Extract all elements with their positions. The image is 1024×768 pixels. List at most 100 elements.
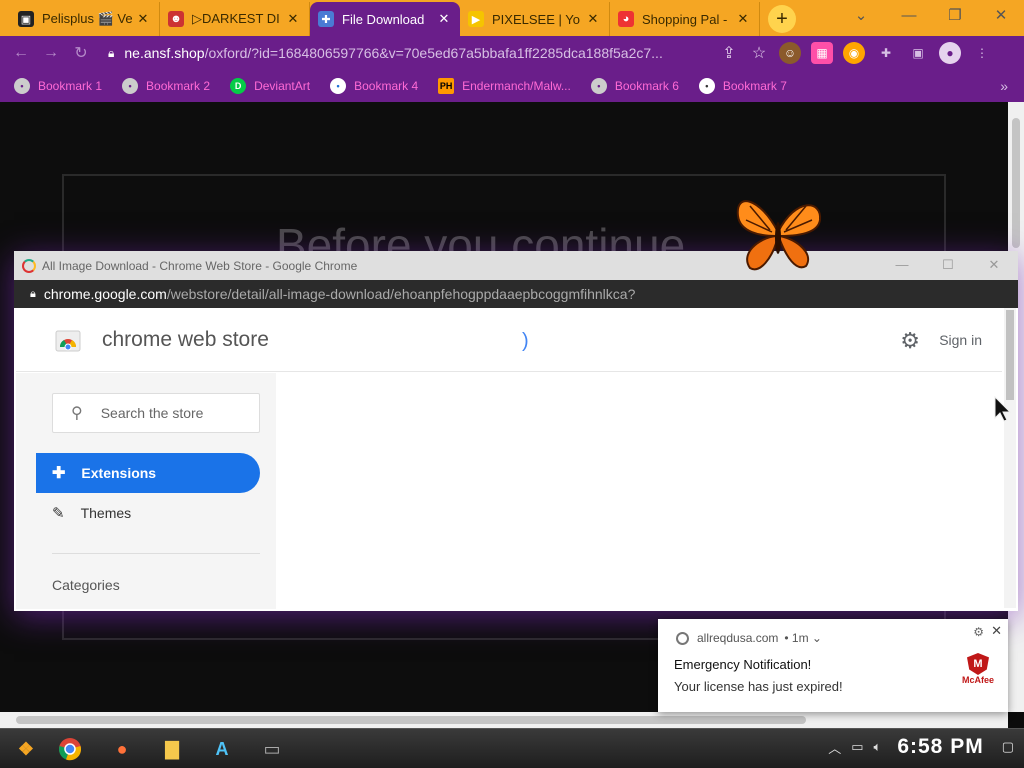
pelisplus-icon: ▣: [18, 11, 34, 27]
loading-spinner-icon: ): [522, 330, 529, 352]
url-domain: chrome.google.com: [43, 286, 167, 302]
popup-titlebar[interactable]: All Image Download - Chrome Web Store - …: [14, 251, 1018, 280]
scrollbar-thumb[interactable]: [16, 716, 806, 724]
bookmark-item[interactable]: • Bookmark 4: [330, 78, 418, 94]
nav-extensions[interactable]: ✚ Extensions: [36, 453, 260, 493]
tab-file-download[interactable]: ✚ File Download ✕: [310, 2, 460, 36]
bookmark-icon: •: [330, 78, 347, 94]
notification-center-icon[interactable]: ▢: [1002, 739, 1014, 755]
reload-icon[interactable]: ↻: [66, 38, 96, 68]
chrome-icon: [59, 738, 81, 761]
monitor-app-icon[interactable]: ▭: [256, 733, 288, 765]
url-domain: ne.ansf.shop: [124, 45, 205, 61]
close-icon[interactable]: ✕: [735, 11, 751, 27]
pixelsee-icon: ▶: [468, 11, 484, 27]
bookmark-item[interactable]: • Bookmark 1: [14, 78, 102, 94]
globe-icon: •: [14, 78, 30, 94]
lock-icon[interactable]: 🔒︎: [108, 46, 114, 61]
start-icon[interactable]: ❖: [10, 733, 42, 765]
tab-pixelsee[interactable]: ▶ PIXELSEE | Yo ✕: [460, 2, 610, 36]
close-window-icon[interactable]: ✕: [982, 257, 1006, 273]
push-notification[interactable]: allreqdusa.com • 1m ⌄ ⚙ ✕ Emergency Noti…: [658, 619, 1008, 712]
side-panel-icon[interactable]: ▣: [907, 42, 929, 64]
app-a-icon[interactable]: A: [206, 733, 238, 765]
tab-darkest[interactable]: ☻ ▷DARKEST DI ✕: [160, 2, 310, 36]
sign-in-link[interactable]: Sign in: [939, 332, 982, 348]
gear-icon[interactable]: ⚙: [900, 328, 920, 354]
bookmark-item[interactable]: • Bookmark 7: [698, 78, 787, 94]
tab-title: PIXELSEE | Yo: [492, 11, 580, 27]
folder-icon[interactable]: ▇: [156, 733, 188, 765]
chrome-web-store-logo[interactable]: [54, 327, 82, 353]
bookmark-label: Endermanch/Malw...: [462, 79, 571, 93]
notification-time: • 1m ⌄: [784, 631, 822, 645]
scrollbar-thumb[interactable]: [1006, 310, 1014, 400]
network-icon[interactable]: ▭: [851, 739, 863, 755]
tray-overflow-icon[interactable]: ︿: [828, 738, 841, 757]
close-icon[interactable]: ✕: [135, 11, 151, 27]
tab-title: Pelisplus 🎬 Ve: [42, 11, 133, 26]
bookmark-item[interactable]: D DeviantArt: [230, 78, 310, 94]
gear-icon[interactable]: ⚙: [973, 625, 984, 639]
extensions-puzzle-icon[interactable]: ✚: [875, 42, 897, 64]
horizontal-scrollbar[interactable]: [0, 712, 1008, 728]
search-icon: ⚲: [71, 405, 83, 422]
mcafee-logo: M McAfee: [958, 653, 998, 685]
popup-window-title: All Image Download - Chrome Web Store - …: [42, 258, 358, 273]
profile-icon[interactable]: ●: [939, 42, 961, 64]
address-bar[interactable]: 🔒︎ ne.ansf.shop /oxford/?id=168480659776…: [102, 40, 714, 66]
popup-address-bar[interactable]: 🔒︎ chrome.google.com /webstore/detail/al…: [14, 280, 1018, 308]
globe-icon: •: [122, 78, 139, 94]
firefox-icon[interactable]: ●: [106, 733, 138, 765]
bookmark-item[interactable]: • Bookmark 6: [590, 78, 679, 94]
shopping-pal-icon: ◕: [618, 11, 634, 27]
minimize-icon[interactable]: —: [886, 0, 932, 30]
avatar-extension-icon[interactable]: ☺: [779, 42, 801, 64]
scrollbar-thumb[interactable]: [1012, 118, 1020, 248]
close-window-icon[interactable]: ✕: [978, 0, 1024, 30]
search-input[interactable]: ⚲ Search the store: [52, 393, 260, 433]
nav-themes-label: Themes: [80, 505, 132, 521]
maximize-icon[interactable]: ☐: [936, 257, 960, 273]
tab-pelisplus[interactable]: ▣ Pelisplus 🎬 Ve ✕: [10, 2, 160, 36]
taskbar: ❖ ● ▇ A ▭ ︿ ▭ 🔈︎ 6:58 PM ▢: [0, 728, 1024, 768]
close-icon[interactable]: ✕: [436, 11, 452, 27]
close-icon[interactable]: ✕: [285, 11, 301, 27]
bookmark-item[interactable]: PH Endermanch/Malw...: [438, 78, 571, 94]
restore-icon[interactable]: ❐: [932, 0, 978, 30]
lock-icon: 🔒︎: [30, 287, 36, 300]
minimize-icon[interactable]: —: [890, 257, 914, 272]
mcafee-shield-icon: M: [967, 653, 989, 675]
tab-search-icon[interactable]: ⌄: [838, 0, 884, 30]
forward-icon[interactable]: →: [36, 38, 66, 68]
globe-icon: •: [590, 78, 607, 94]
close-icon[interactable]: ✕: [991, 623, 1002, 639]
close-icon[interactable]: ✕: [585, 11, 601, 27]
chrome-taskbar-icon[interactable]: [54, 733, 86, 765]
back-icon[interactable]: ←: [6, 38, 36, 68]
tab-shopping-pal[interactable]: ◕ Shopping Pal - ✕: [610, 2, 760, 36]
orange-extension-icon[interactable]: ◉: [843, 42, 865, 64]
nav-themes[interactable]: ✎ Themes: [36, 493, 260, 533]
sidebar-divider: [52, 553, 260, 554]
volume-icon[interactable]: 🔈︎: [874, 739, 882, 755]
new-tab-button[interactable]: +: [768, 5, 796, 33]
pink-extension-icon[interactable]: ▦: [811, 42, 833, 64]
share-icon[interactable]: ⇪: [714, 38, 744, 68]
notification-domain: allreqdusa.com: [697, 631, 779, 645]
bookmark-star-icon[interactable]: ☆: [744, 38, 774, 68]
notification-body: Your license has just expired!: [674, 679, 843, 694]
categories-heading: Categories: [52, 577, 120, 593]
url-path: /oxford/?id=1684806597766&v=70e5ed67a5bb…: [204, 45, 663, 61]
clock[interactable]: 6:58 PM: [897, 735, 983, 759]
bookmark-label: Bookmark 7: [722, 79, 787, 93]
url-path: /webstore/detail/all-image-download/ehoa…: [166, 286, 636, 302]
bookmark-item[interactable]: • Bookmark 2: [122, 78, 210, 94]
menu-icon[interactable]: ⋮: [971, 42, 993, 64]
tab-title: Shopping Pal -: [642, 11, 728, 27]
popup-scrollbar[interactable]: [1004, 308, 1016, 608]
chrome-icon: [676, 631, 689, 645]
cws-brand[interactable]: chrome web store: [102, 328, 269, 352]
system-tray: ︿ ▭ 🔈︎ 6:58 PM ▢: [818, 735, 1014, 759]
bookmarks-overflow-icon[interactable]: »: [1000, 78, 1008, 94]
